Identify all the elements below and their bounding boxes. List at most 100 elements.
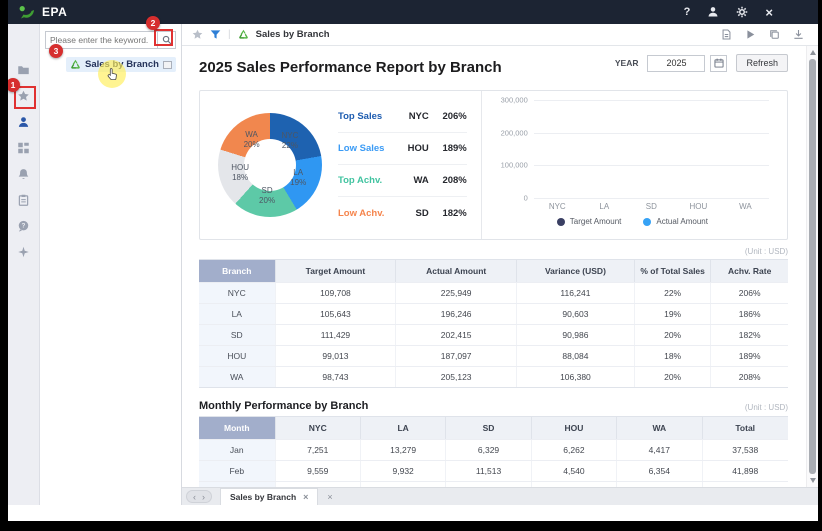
x-axis-label: SD bbox=[636, 202, 666, 211]
vertical-scrollbar[interactable] bbox=[806, 46, 818, 487]
column-header: HOU bbox=[532, 417, 617, 439]
table-cell: 208% bbox=[711, 367, 788, 387]
page-title: 2025 Sales Performance Report by Branch bbox=[199, 54, 502, 76]
tab-sales-by-branch[interactable]: Sales by Branch × bbox=[220, 488, 318, 505]
table-row[interactable]: SD111,429202,41590,98620%182% bbox=[199, 324, 788, 345]
table-cell: LA bbox=[199, 304, 276, 324]
table-cell: 45,470 bbox=[703, 482, 788, 487]
table-row[interactable]: NYC109,708225,949116,24122%206% bbox=[199, 282, 788, 303]
year-input[interactable] bbox=[647, 55, 705, 72]
filter-icon[interactable] bbox=[210, 29, 221, 40]
stat-label: Top Achv. bbox=[338, 175, 400, 186]
table-cell: 37,538 bbox=[703, 440, 788, 460]
table-row[interactable]: HOU99,013187,09788,08418%189% bbox=[199, 345, 788, 366]
column-header: Total bbox=[703, 417, 788, 439]
close-icon[interactable]: × bbox=[765, 5, 773, 20]
legend-dot bbox=[557, 218, 565, 226]
table-cell: 225,949 bbox=[396, 283, 517, 303]
table-cell: 105,643 bbox=[276, 304, 397, 324]
donut-label-hou: HOU18% bbox=[231, 163, 249, 183]
stat-branch: NYC bbox=[409, 111, 429, 122]
column-header: Variance (USD) bbox=[517, 260, 635, 282]
table-row[interactable]: Mar11,7886,0839,6347,02510,94045,470 bbox=[199, 481, 788, 487]
table-cell: NYC bbox=[199, 283, 276, 303]
table-cell: 7,025 bbox=[532, 482, 617, 487]
table-cell: 109,708 bbox=[276, 283, 397, 303]
legend-item: Target Amount bbox=[557, 217, 622, 226]
legend-dot bbox=[643, 218, 651, 226]
toolbar-separator: | bbox=[228, 29, 231, 40]
x-axis-label: HOU bbox=[683, 202, 713, 211]
refresh-button[interactable]: Refresh bbox=[736, 54, 788, 72]
tab-empty[interactable]: × bbox=[318, 488, 341, 505]
tab-prev-icon[interactable]: ‹ bbox=[193, 492, 196, 502]
stat-label: Low Achv. bbox=[338, 208, 400, 219]
table-row[interactable]: Feb9,5599,93211,5134,5406,35441,898 bbox=[199, 460, 788, 481]
scrollbar-thumb[interactable] bbox=[809, 59, 816, 474]
help-icon[interactable]: ? bbox=[684, 6, 691, 18]
column-header: Branch bbox=[199, 260, 276, 282]
table-cell: 9,932 bbox=[361, 461, 446, 481]
report-content: 2025 Sales Performance Report by Branch … bbox=[182, 46, 818, 487]
scroll-up-arrow[interactable] bbox=[810, 50, 816, 55]
bell-icon[interactable] bbox=[17, 168, 30, 180]
annotation-box-search-icon bbox=[154, 29, 173, 46]
copy-icon[interactable] bbox=[769, 29, 780, 40]
table-cell: 22% bbox=[635, 283, 712, 303]
unit-label: (Unit : USD) bbox=[745, 403, 788, 412]
sparkle-icon[interactable] bbox=[17, 246, 30, 258]
stat-value: 206% bbox=[429, 111, 467, 122]
tab-next-icon[interactable]: › bbox=[202, 492, 205, 502]
table-row[interactable]: LA105,643196,24690,60319%186% bbox=[199, 303, 788, 324]
stat-branch: WA bbox=[413, 175, 428, 186]
program-icon bbox=[238, 29, 249, 40]
download-icon[interactable] bbox=[793, 29, 804, 40]
user-icon[interactable] bbox=[707, 6, 719, 18]
column-header: Actual Amount bbox=[396, 260, 517, 282]
table-header-row: BranchTarget AmountActual AmountVariance… bbox=[199, 260, 788, 282]
grid-icon[interactable] bbox=[17, 142, 30, 154]
table-cell: 9,634 bbox=[446, 482, 531, 487]
popup-icon[interactable] bbox=[163, 61, 172, 69]
table-cell: 7,251 bbox=[276, 440, 361, 460]
table-cell: 10,940 bbox=[617, 482, 702, 487]
tab-close-icon[interactable]: × bbox=[327, 492, 332, 502]
table-cell: Mar bbox=[199, 482, 276, 487]
y-tick-label: 200,000 bbox=[501, 128, 528, 137]
table-cell: 6,329 bbox=[446, 440, 531, 460]
year-label: YEAR bbox=[615, 58, 639, 68]
table-row[interactable]: Jan7,25113,2796,3296,2624,41737,538 bbox=[199, 439, 788, 460]
breadcrumb: Sales by Branch bbox=[256, 29, 330, 40]
run-icon[interactable] bbox=[745, 29, 756, 40]
favorite-star-icon[interactable] bbox=[192, 29, 203, 40]
donut-label-la: LA19% bbox=[290, 168, 306, 188]
app-name: EPA bbox=[42, 5, 67, 19]
stat-label: Top Sales bbox=[338, 111, 400, 122]
table-cell: 189% bbox=[711, 346, 788, 366]
tab-scroll-nav[interactable]: ‹ › bbox=[186, 490, 212, 503]
calendar-icon[interactable] bbox=[710, 55, 727, 72]
clipboard-icon[interactable] bbox=[17, 194, 30, 206]
stat-value: 189% bbox=[429, 143, 467, 154]
table-cell: 206% bbox=[711, 283, 788, 303]
table-cell: 41,898 bbox=[703, 461, 788, 481]
table-cell: 19% bbox=[635, 304, 712, 324]
table-cell: 9,559 bbox=[276, 461, 361, 481]
table-row[interactable]: WA98,743205,123106,38020%208% bbox=[199, 366, 788, 387]
scroll-down-arrow[interactable] bbox=[810, 478, 816, 483]
chat-question-icon[interactable]: ? bbox=[17, 220, 30, 232]
document-icon[interactable] bbox=[721, 29, 732, 40]
user-icon[interactable] bbox=[17, 116, 30, 128]
tab-close-icon[interactable]: × bbox=[303, 492, 308, 502]
table-cell: 6,354 bbox=[617, 461, 702, 481]
table-cell: 4,540 bbox=[532, 461, 617, 481]
logo-icon bbox=[18, 5, 35, 20]
folder-icon[interactable] bbox=[17, 64, 30, 76]
table-cell: 18% bbox=[635, 346, 712, 366]
search-input[interactable] bbox=[46, 32, 157, 48]
table-cell: 90,986 bbox=[517, 325, 635, 345]
gear-icon[interactable] bbox=[736, 6, 748, 18]
unit-label: (Unit : USD) bbox=[199, 247, 788, 256]
table-cell: SD bbox=[199, 325, 276, 345]
table-cell: 11,513 bbox=[446, 461, 531, 481]
